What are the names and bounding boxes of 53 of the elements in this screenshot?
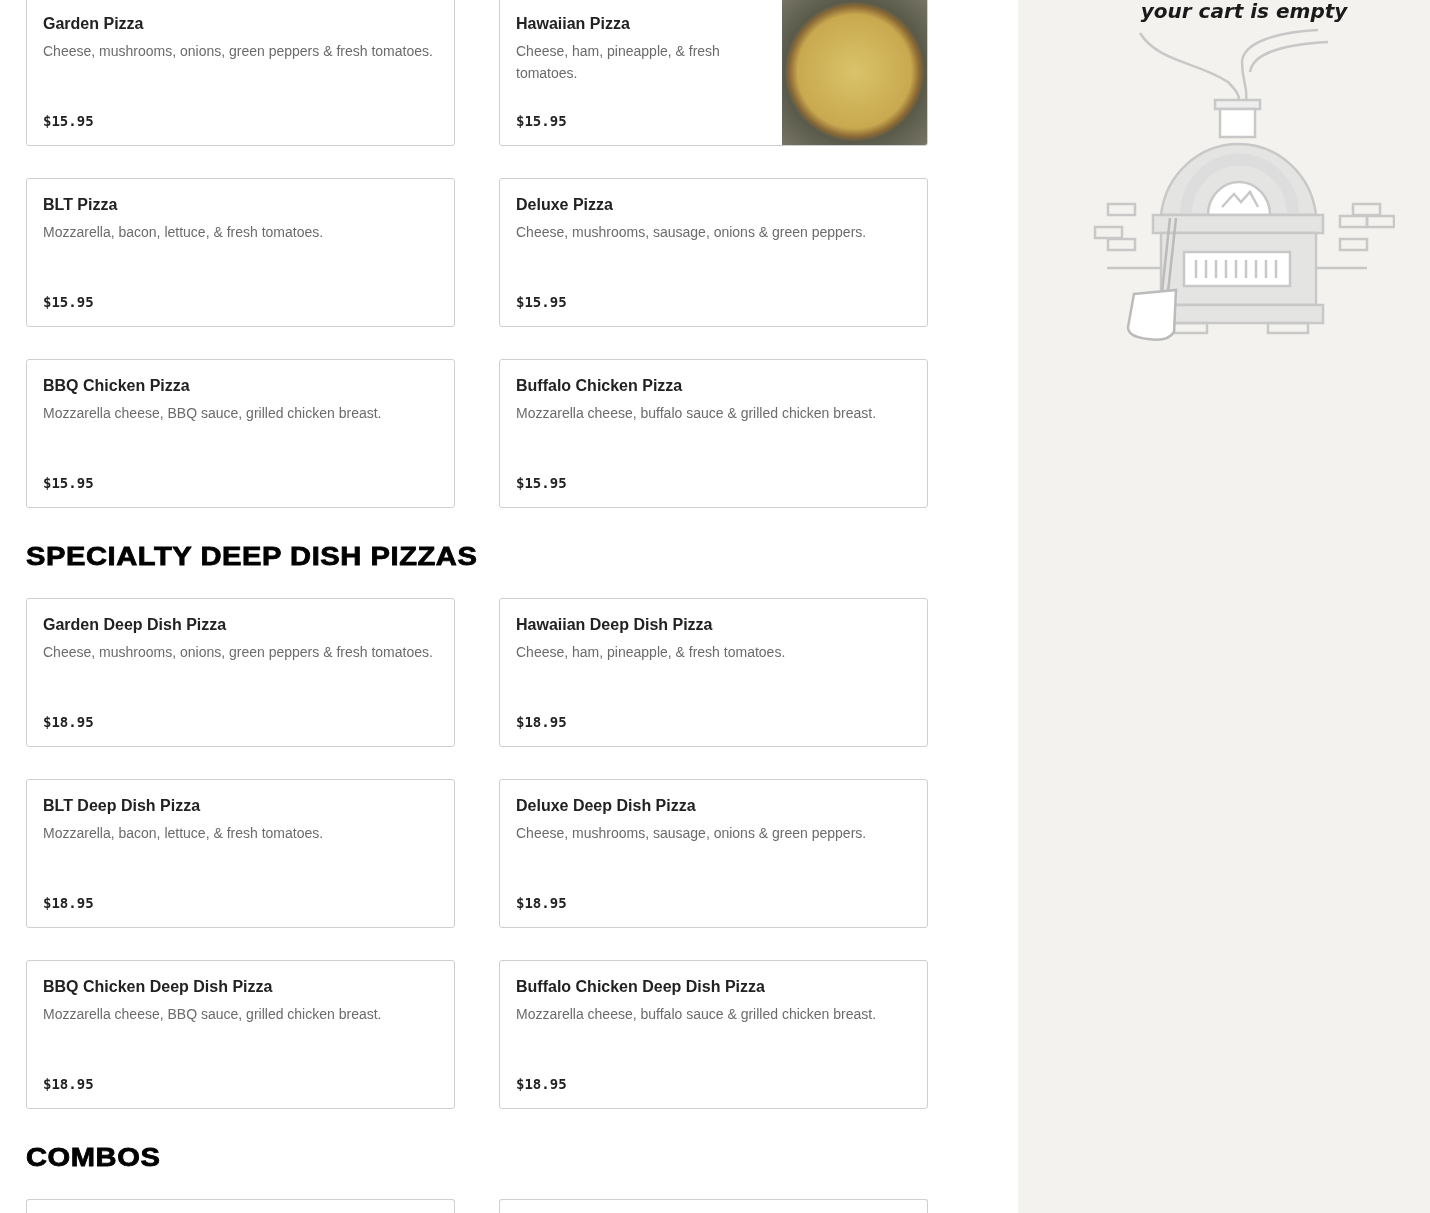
item-name: Hawaiian Deep Dish Pizza: [516, 616, 714, 634]
item-description: Cheese, ham, pineapple, & fresh tomatoes.: [516, 643, 787, 662]
item-price: $15.95: [43, 475, 95, 491]
menu-item-card[interactable]: Buffalo Chicken Deep Dish Pizza Mozzarella cheese, buffalo sauce & grilled chicken breast. $18.95: [499, 960, 928, 1109]
item-price: $18.95: [43, 1076, 95, 1092]
item-name: BLT Deep Dish Pizza: [43, 797, 202, 815]
item-name: Garden Pizza: [43, 15, 145, 33]
item-description: Cheese, mushrooms, onions, green peppers & fresh tomatoes.: [43, 42, 434, 61]
item-price: $18.95: [43, 714, 95, 730]
section-heading: SPECIALTY DEEP DISH PIZZAS: [26, 541, 479, 572]
item-name: Buffalo Chicken Deep Dish Pizza: [516, 978, 766, 996]
item-description: Mozzarella, bacon, lettuce, & fresh tomatoes.: [43, 223, 325, 242]
item-price: $15.95: [43, 113, 95, 129]
item-description: Mozzarella cheese, BBQ sauce, grilled chicken breast.: [43, 404, 383, 423]
menu-item-card[interactable]: BBQ Chicken Pizza Mozzarella cheese, BBQ sauce, grilled chicken breast. $15.95: [26, 359, 455, 508]
item-name: Garden Deep Dish Pizza: [43, 616, 228, 634]
menu-item-card[interactable]: Hawaiian Pizza Cheese, ham, pineapple, & fresh tomatoes. $15.95: [499, 0, 928, 146]
item-price: $15.95: [516, 475, 568, 491]
menu-item-card[interactable]: [26, 1199, 455, 1213]
menu-item-card[interactable]: Deluxe Pizza Cheese, mushrooms, sausage, onions & green peppers. $15.95: [499, 178, 928, 327]
menu-item-card[interactable]: BBQ Chicken Deep Dish Pizza Mozzarella cheese, BBQ sauce, grilled chicken breast. $18.95: [26, 960, 455, 1109]
menu-item-card[interactable]: BLT Pizza Mozzarella, bacon, lettuce, & fresh tomatoes. $15.95: [26, 178, 455, 327]
item-name: Deluxe Deep Dish Pizza: [516, 797, 697, 815]
item-price: $15.95: [43, 294, 95, 310]
item-name: Deluxe Pizza: [516, 196, 614, 214]
item-name: BBQ Chicken Deep Dish Pizza: [43, 978, 274, 996]
item-description: Mozzarella, bacon, lettuce, & fresh tomatoes.: [43, 824, 325, 843]
item-description: Mozzarella cheese, buffalo sauce & grilled chicken breast.: [516, 1005, 878, 1024]
item-price: $15.95: [516, 113, 568, 129]
item-description: Cheese, mushrooms, sausage, onions & green peppers.: [516, 824, 868, 843]
item-name: BLT Pizza: [43, 196, 119, 214]
item-price: $18.95: [516, 714, 568, 730]
menu-item-card[interactable]: [499, 1199, 928, 1213]
item-description: Mozzarella cheese, buffalo sauce & grilled chicken breast.: [516, 404, 878, 423]
item-name: Hawaiian Pizza: [516, 15, 631, 33]
menu-item-card[interactable]: Deluxe Deep Dish Pizza Cheese, mushrooms, sausage, onions & green peppers. $18.95: [499, 779, 928, 928]
item-price: $18.95: [516, 1076, 568, 1092]
menu-item-card[interactable]: Buffalo Chicken Pizza Mozzarella cheese, buffalo sauce & grilled chicken breast. $15.95: [499, 359, 928, 508]
menu-item-card[interactable]: BLT Deep Dish Pizza Mozzarella, bacon, lettuce, & fresh tomatoes. $18.95: [26, 779, 455, 928]
item-price: $18.95: [516, 895, 568, 911]
item-name: BBQ Chicken Pizza: [43, 377, 191, 395]
item-description: Cheese, ham, pineapple, & fresh tomatoes.: [516, 42, 721, 83]
menu-item-card[interactable]: Garden Pizza Cheese, mushrooms, onions, green peppers & fresh tomatoes. $15.95: [26, 0, 455, 146]
item-description: Mozzarella cheese, BBQ sauce, grilled chicken breast.: [43, 1005, 383, 1024]
item-price: $15.95: [516, 294, 568, 310]
menu-item-card[interactable]: Hawaiian Deep Dish Pizza Cheese, ham, pineapple, & fresh tomatoes. $18.95: [499, 598, 928, 747]
menu-item-card[interactable]: Garden Deep Dish Pizza Cheese, mushrooms, onions, green peppers & fresh tomatoes. $18.95: [26, 598, 455, 747]
item-description: Cheese, mushrooms, onions, green peppers & fresh tomatoes.: [43, 643, 434, 662]
empty-cart-message: your cart is empty: [1140, 0, 1348, 22]
item-name: Buffalo Chicken Pizza: [516, 377, 684, 395]
item-description: Cheese, mushrooms, sausage, onions & green peppers.: [516, 223, 868, 242]
item-price: $18.95: [43, 895, 95, 911]
section-heading: COMBOS: [26, 1142, 162, 1173]
